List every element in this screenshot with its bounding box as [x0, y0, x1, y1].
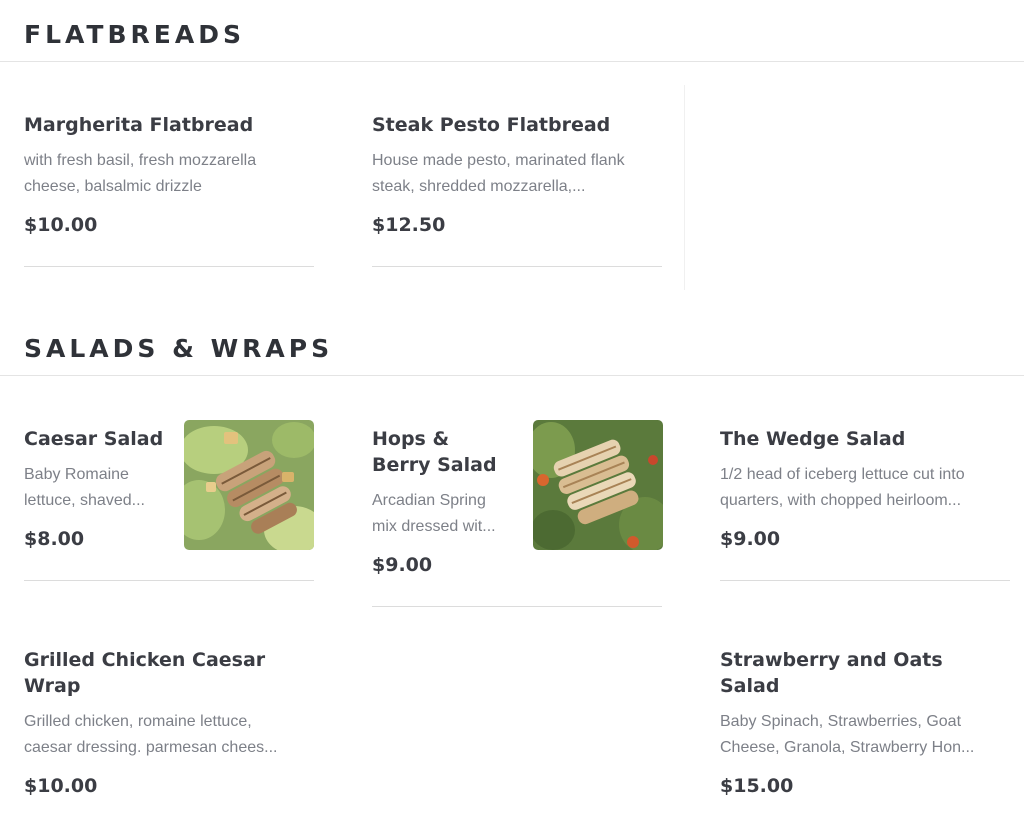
item-separator: [24, 580, 314, 581]
section-divider: [0, 61, 1024, 62]
item-separator: [24, 266, 314, 267]
item-price: $10.00: [24, 214, 98, 236]
item-description: 1/2 head of iceberg lettuce cut into qua…: [720, 466, 965, 509]
section-divider: [0, 375, 1024, 376]
item-price: $8.00: [24, 528, 85, 550]
item-description: with fresh basil, fresh mozzarella chees…: [24, 152, 257, 195]
item-price: $10.00: [24, 775, 98, 797]
menu-item-wedge-salad[interactable]: The Wedge Salad 1/2 head of iceberg lett…: [720, 426, 1000, 552]
section-title-flatbreads: FLATBREADS: [24, 20, 245, 49]
item-separator: [720, 580, 1010, 581]
item-name: Grilled Chicken Caesar Wrap: [24, 649, 266, 697]
section-title-salads-wraps: SALADS & WRAPS: [24, 334, 334, 363]
column-divider: [684, 85, 685, 290]
hops-berry-salad-photo[interactable]: [533, 420, 663, 550]
item-description: Arcadian Spring mix dressed wit...: [372, 492, 496, 535]
menu-item-margherita-flatbread[interactable]: Margherita Flatbread with fresh basil, f…: [24, 112, 314, 238]
menu-item-strawberry-oats-salad[interactable]: Strawberry and Oats Salad Baby Spinach, …: [720, 647, 1000, 799]
item-description: Baby Romaine lettuce, shaved...: [24, 466, 145, 509]
item-description: Baby Spinach, Strawberries, Goat Cheese,…: [720, 713, 975, 756]
item-price: $9.00: [372, 554, 433, 576]
item-price: $15.00: [720, 775, 794, 797]
item-description: House made pesto, marinated flank steak,…: [372, 152, 625, 195]
item-description: Grilled chicken, romaine lettuce, caesar…: [24, 713, 278, 756]
item-name: Steak Pesto Flatbread: [372, 114, 611, 136]
menu-item-steak-pesto-flatbread[interactable]: Steak Pesto Flatbread House made pesto, …: [372, 112, 662, 238]
item-name: Strawberry and Oats Salad: [720, 649, 943, 697]
item-name: Margherita Flatbread: [24, 114, 254, 136]
item-price: $12.50: [372, 214, 446, 236]
caesar-salad-photo[interactable]: [184, 420, 314, 550]
menu-item-hops-berry-salad[interactable]: Hops & Berry Salad Arcadian Spring mix d…: [372, 426, 512, 578]
item-separator: [372, 266, 662, 267]
item-separator: [372, 606, 662, 607]
menu-item-caesar-salad[interactable]: Caesar Salad Baby Romaine lettuce, shave…: [24, 426, 164, 552]
item-name: The Wedge Salad: [720, 428, 906, 450]
item-name: Hops & Berry Salad: [372, 428, 497, 476]
item-name: Caesar Salad: [24, 428, 164, 450]
item-price: $9.00: [720, 528, 781, 550]
menu-item-grilled-chicken-caesar-wrap[interactable]: Grilled Chicken Caesar Wrap Grilled chic…: [24, 647, 304, 799]
